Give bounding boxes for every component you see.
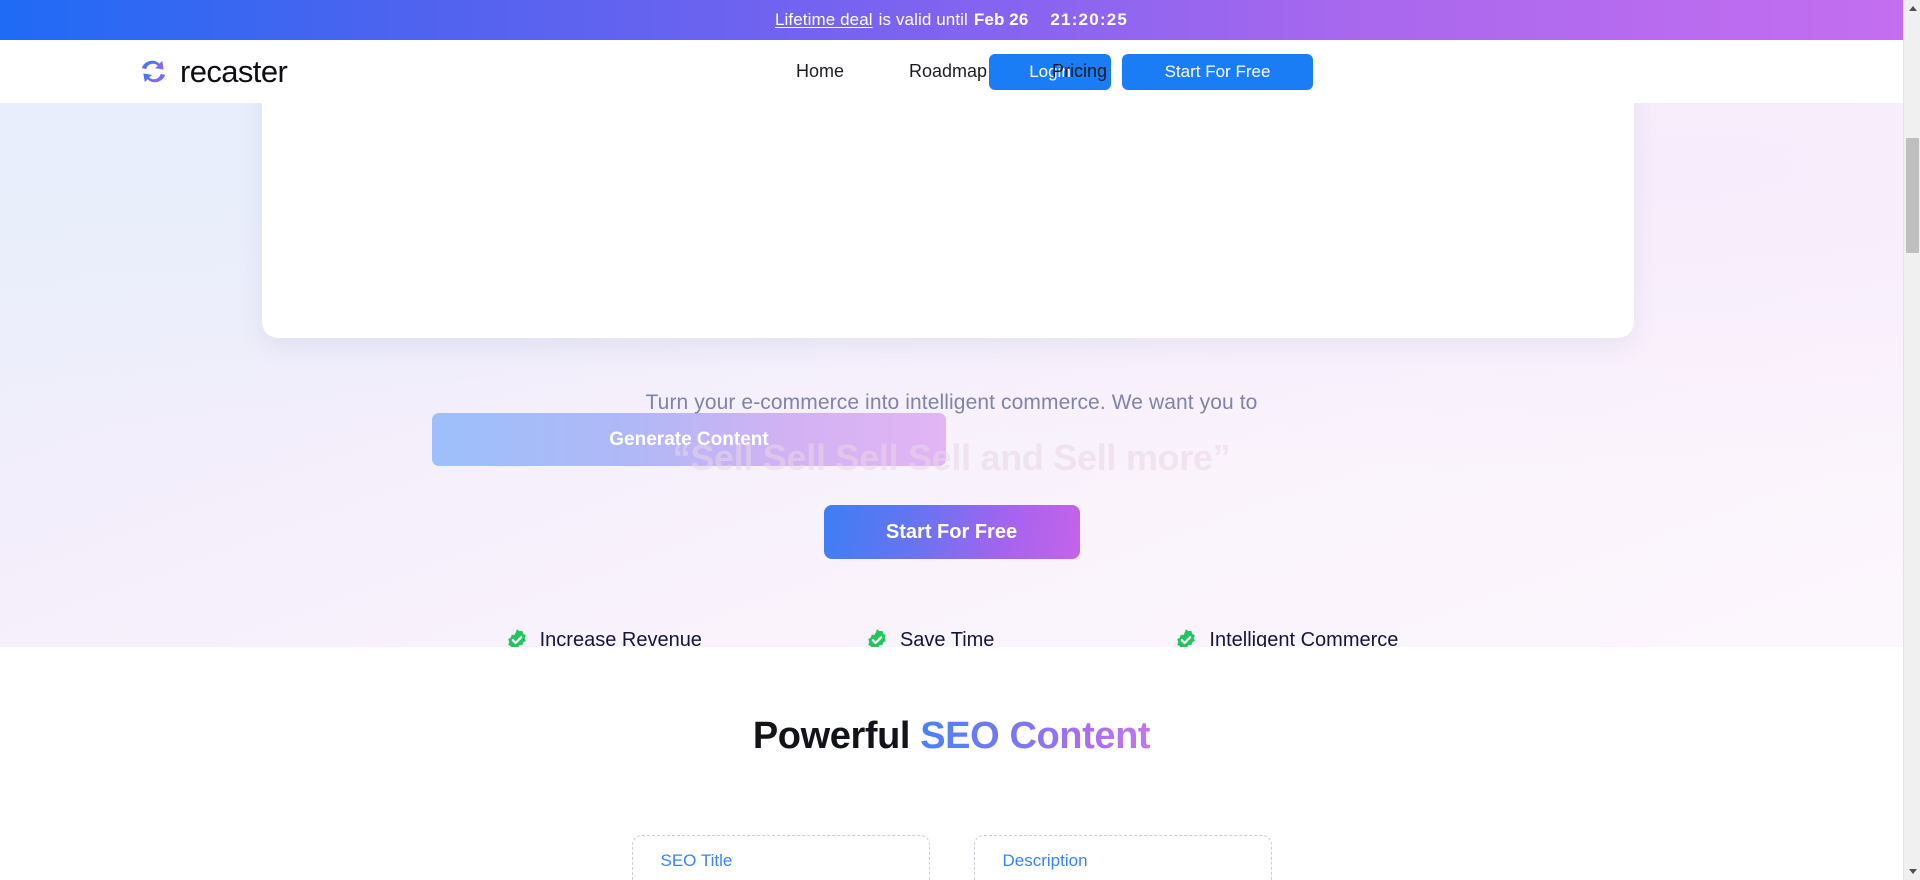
feature-label: Intelligent Commerce [1209, 628, 1399, 648]
lifetime-deal-link[interactable]: Lifetime deal [775, 10, 873, 30]
banner-deal-date: Feb 26 [973, 10, 1029, 29]
seo-heading-plain: Powerful [752, 715, 921, 757]
hero-feature-list: Increase Revenue Save Time Intelligent C… [0, 628, 1903, 647]
seo-card-label: SEO Title [660, 851, 733, 870]
brand-name: recaster [180, 53, 288, 89]
content-generator-card [262, 103, 1634, 338]
green-check-badge-icon [507, 629, 526, 647]
main-navigation: Home Roadmap Pricing [796, 61, 1107, 82]
seo-card-label: Description [1002, 851, 1088, 870]
hero-lead-text: Turn your e-commerce into intelligent co… [645, 391, 1258, 414]
recaster-logo-icon [141, 60, 166, 83]
feature-item-intelligent-commerce: Intelligent Commerce [1174, 628, 1398, 647]
seo-section: Powerful SEO Content SEO Title Descripti… [0, 647, 1903, 880]
hero-slogan-text: “Sell Sell Sell Sell and Sell more” [672, 437, 1231, 478]
chevron-up-icon [1908, 6, 1917, 11]
seo-card-seo-title[interactable]: SEO Title [631, 835, 930, 880]
seo-card-list: SEO Title Description [0, 835, 1903, 880]
header-start-for-free-button[interactable]: Start For Free [1122, 53, 1313, 90]
green-check-badge-icon [868, 629, 886, 647]
hero-copy: Turn your e-commerce into intelligent co… [0, 391, 1903, 559]
feature-label: Increase Revenue [539, 628, 702, 648]
scrollbar-thumb[interactable] [1906, 138, 1919, 253]
banner-countdown-timer: 21:20:25 [1050, 10, 1129, 29]
green-check-badge-icon [1177, 629, 1196, 647]
site-header: recaster Home Roadmap Pricing Login Star… [0, 40, 1903, 103]
nav-item-roadmap[interactable]: Roadmap [909, 61, 987, 82]
nav-item-pricing[interactable]: Pricing [1052, 61, 1107, 82]
scroll-up-arrow-button[interactable] [1904, 0, 1920, 17]
seo-section-heading: Powerful SEO Content [0, 647, 1903, 758]
feature-item-increase-revenue: Increase Revenue [505, 628, 702, 647]
nav-item-home[interactable]: Home [796, 61, 844, 82]
hero-section: Generate Content Turn your e-commerce in… [0, 103, 1903, 647]
banner-valid-text: is valid until [878, 10, 968, 29]
page-content: Lifetime deal is valid until Feb 26 21:2… [0, 0, 1903, 880]
seo-heading-accent: SEO Content [920, 715, 1151, 757]
feature-item-save-time: Save Time [865, 628, 994, 647]
browser-viewport: Lifetime deal is valid until Feb 26 21:2… [0, 0, 1920, 880]
feature-label: Save Time [899, 628, 995, 648]
chevron-down-icon [1908, 869, 1917, 874]
hero-start-for-free-button[interactable]: Start For Free [823, 505, 1080, 559]
scroll-down-arrow-button[interactable] [1904, 863, 1920, 880]
brand-logo[interactable]: recaster [138, 53, 288, 90]
seo-card-description[interactable]: Description [973, 835, 1272, 880]
page-scrollbar[interactable] [1903, 0, 1920, 880]
promo-banner: Lifetime deal is valid until Feb 26 21:2… [0, 0, 1903, 40]
